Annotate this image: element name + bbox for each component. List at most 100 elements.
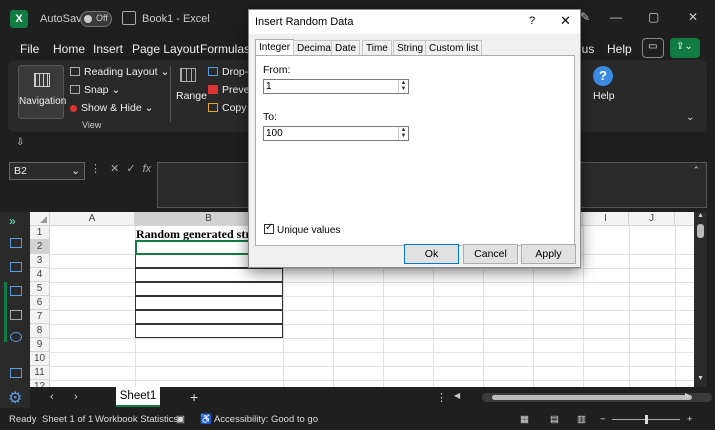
bordered-cell[interactable] [135,296,283,310]
name-box-dropdown-icon[interactable]: ⌄ [71,165,80,177]
zoom-in-icon[interactable]: + [687,414,693,425]
next-sheet-icon[interactable]: › [74,391,78,403]
bordered-cell[interactable] [135,268,283,282]
quick-access-toolbar-icon[interactable]: ⇩ [16,137,24,148]
navigation-button[interactable]: Navigation [18,65,66,119]
menu-file[interactable]: File [20,42,39,56]
row-header[interactable]: 1 [30,226,50,240]
menu-insert[interactable]: Insert [93,42,123,56]
scroll-down-icon[interactable]: ▼ [697,375,704,382]
save-icon[interactable] [122,11,136,25]
vertical-scrollbar[interactable]: ▲ ▼ [694,212,707,387]
horizontal-scroll-thumb[interactable] [492,395,692,400]
workbook-statistics[interactable]: Workbook Statistics [95,414,178,425]
autosave-state: Off [96,13,108,23]
column-header[interactable]: A [50,212,135,226]
window-close-button[interactable]: ✕ [688,10,698,24]
column-header[interactable]: I [583,212,629,226]
name-box[interactable]: B2 ⌄ [9,162,85,180]
row-header[interactable]: 2 [30,240,50,254]
macro-record-icon[interactable]: ▣ [176,414,185,425]
scroll-up-icon[interactable]: ▲ [697,212,704,219]
scroll-right-icon[interactable]: ▶ [685,391,691,400]
sheet-tab-sheet1[interactable]: Sheet1 [116,387,160,407]
dialog-close-button[interactable]: ✕ [560,13,571,29]
menu-plus[interactable]: lus [579,42,594,56]
enter-formula-icon[interactable]: ✓ [126,163,135,175]
comments-button[interactable]: ▭ [642,38,664,58]
column-header[interactable] [675,212,694,226]
autosave-toggle[interactable]: Off [80,11,112,27]
panel-tool-icon[interactable] [10,310,22,320]
bordered-cell[interactable] [135,324,283,338]
snap-button[interactable]: Snap ⌄ [70,84,120,96]
row-header[interactable]: 6 [30,296,50,310]
column-header[interactable]: J [629,212,675,226]
panel-tool-icon[interactable] [10,262,22,272]
to-stepper[interactable]: 100 ▲ ▼ [263,126,409,141]
row-header[interactable]: 8 [30,324,50,338]
tab-string[interactable]: String [393,40,428,55]
show-hide-button[interactable]: Show & Hide ⌄ [70,102,153,114]
cancel-formula-icon[interactable]: ✕ [110,163,119,175]
from-stepper[interactable]: 1 ▲ ▼ [263,79,409,94]
tab-custom-list[interactable]: Custom list [425,40,483,55]
row-header[interactable]: 3 [30,254,50,268]
cancel-button[interactable]: Cancel [463,244,518,264]
maximize-button[interactable]: ▢ [648,10,659,24]
reading-layout-button[interactable]: Reading Layout ⌄ [70,66,169,78]
row-header[interactable]: 9 [30,338,50,352]
previous-sheet-icon[interactable]: ‹ [50,391,54,403]
dialog-help-button[interactable]: ? [529,15,535,27]
minimize-button[interactable]: — [610,10,622,24]
row-header[interactable]: 5 [30,282,50,296]
tab-date[interactable]: Date [331,40,361,55]
page-break-view-icon[interactable]: ▥ [577,414,586,425]
row-header[interactable]: 4 [30,268,50,282]
accessibility-status[interactable]: ♿ Accessibility: Good to go [200,414,318,425]
tab-integer[interactable]: Integer [255,39,295,56]
vertical-scroll-thumb[interactable] [697,224,704,238]
zoom-slider-thumb[interactable] [645,415,648,424]
row-header[interactable]: 11 [30,366,50,380]
share-button[interactable]: ⇪⌄ [670,38,700,58]
normal-view-icon[interactable]: ▦ [520,414,529,425]
menu-home[interactable]: Home [53,42,85,56]
help-label[interactable]: Help [593,90,615,102]
bordered-cell[interactable] [135,282,283,296]
row-header[interactable]: 10 [30,352,50,366]
scroll-left-icon[interactable]: ◀ [454,391,460,400]
menu-page-layout[interactable]: Page Layout [132,42,199,56]
apply-button[interactable]: Apply [521,244,576,264]
pen-icon[interactable]: ✎ [580,10,590,24]
spin-arrows-icon[interactable]: ▲ ▼ [398,127,408,140]
expand-panel-icon[interactable]: » [9,214,16,228]
insert-function-icon[interactable]: fx [143,163,152,175]
range-button[interactable]: Range [176,68,207,102]
row-header[interactable]: 7 [30,310,50,324]
expand-formula-icon[interactable]: ⌃ [692,165,700,176]
copy-range-icon [208,103,218,112]
row-header[interactable]: 12 [30,380,50,387]
open-link-icon[interactable] [10,368,22,378]
select-all-button[interactable] [30,212,50,226]
add-sheet-button[interactable]: + [190,389,198,405]
panel-tool-icon[interactable] [10,238,22,248]
menu-help[interactable]: Help [607,42,632,56]
more-icon[interactable]: ⋮ [436,391,447,404]
tab-time[interactable]: Time [362,40,392,55]
panel-tool-icon[interactable] [10,286,22,296]
horizontal-scrollbar[interactable] [482,393,712,402]
settings-gear-icon[interactable]: ⚙ [8,388,22,408]
panel-tool-icon[interactable] [10,332,22,342]
collapse-ribbon-icon[interactable]: ⌄ [686,112,694,123]
menu-formulas[interactable]: Formulas [200,42,250,56]
checkbox-checked-icon[interactable] [264,222,274,234]
spin-arrows-icon[interactable]: ▲ ▼ [398,80,408,93]
zoom-out-icon[interactable]: − [600,414,606,425]
unique-values-checkbox[interactable]: Unique values [264,222,340,236]
page-layout-view-icon[interactable]: ▤ [550,414,559,425]
ok-button[interactable]: Ok [404,244,459,264]
help-icon[interactable]: ? [593,66,613,86]
bordered-cell[interactable] [135,310,283,324]
